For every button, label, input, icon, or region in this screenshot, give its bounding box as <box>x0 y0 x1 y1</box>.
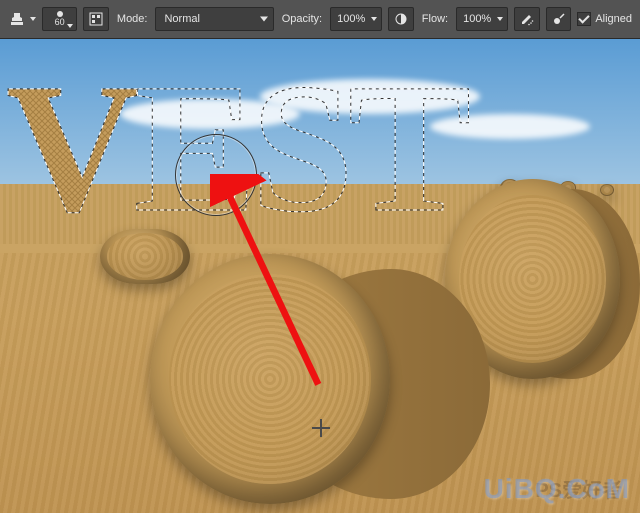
brush-size-value: 60 <box>55 18 65 27</box>
tool-preset-caret-icon[interactable] <box>30 17 36 21</box>
tool-preset-group <box>8 7 36 31</box>
blend-mode-value: Normal <box>164 13 199 25</box>
mode-label: Mode: <box>115 13 150 25</box>
clone-source-crosshair <box>312 419 330 437</box>
flow-label: Flow: <box>420 13 450 25</box>
opacity-input[interactable]: 100% <box>330 7 382 31</box>
pressure-size-button[interactable] <box>546 7 572 31</box>
options-bar: 60 Mode: Normal Opacity: 100% Flow: 100% <box>0 0 640 39</box>
airbrush-button[interactable] <box>514 7 540 31</box>
flow-value: 100% <box>463 13 491 25</box>
brush-panel-button[interactable] <box>83 7 109 31</box>
chevron-down-icon <box>371 17 377 21</box>
opacity-value: 100% <box>337 13 365 25</box>
chevron-down-icon <box>67 24 73 28</box>
pressure-opacity-button[interactable] <box>388 7 414 31</box>
opacity-label: Opacity: <box>280 13 324 25</box>
document-canvas[interactable]: V VEST VEST PS爱好者 UiBQ.CoM <box>0 39 640 513</box>
aligned-label: Aligned <box>595 13 632 25</box>
checkbox-icon <box>577 12 591 26</box>
watermark-text-2: UiBQ.CoM <box>484 473 630 505</box>
app-window: 60 Mode: Normal Opacity: 100% Flow: 100% <box>0 0 640 513</box>
chevron-down-icon <box>260 17 268 22</box>
instruction-arrow <box>210 174 350 394</box>
flow-input[interactable]: 100% <box>456 7 508 31</box>
chevron-down-icon <box>497 17 503 21</box>
aligned-checkbox[interactable]: Aligned <box>577 12 632 26</box>
stamp-icon[interactable] <box>8 10 26 28</box>
brush-preset-picker[interactable]: 60 <box>42 7 77 31</box>
blend-mode-dropdown[interactable]: Normal <box>155 7 273 31</box>
